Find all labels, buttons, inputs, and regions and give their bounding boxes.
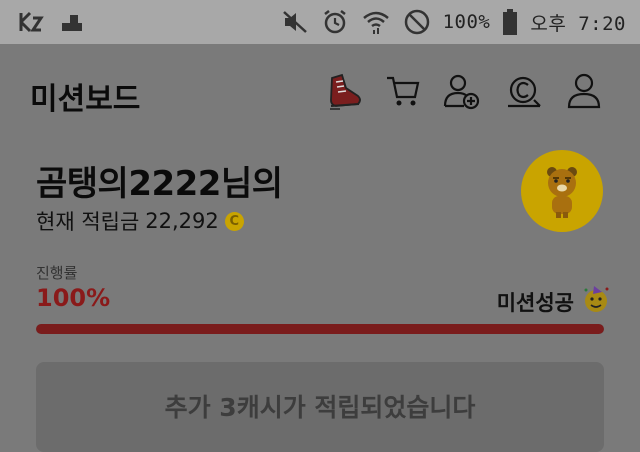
cash-value: 22,292	[145, 209, 219, 233]
status-left	[18, 10, 84, 34]
mute-icon	[281, 9, 309, 35]
alarm-icon	[321, 8, 349, 36]
status-bar: 100% 오후 7:20	[0, 0, 640, 44]
reward-message: 추가 3캐시가 적립되었습니다	[164, 393, 476, 422]
party-face-icon	[582, 284, 610, 319]
wifi-icon	[361, 9, 391, 35]
user-greeting: 곰탱의2222님의	[36, 164, 283, 204]
avatar[interactable]	[521, 150, 603, 232]
app-header: 미션보드	[0, 44, 640, 144]
page-title: 미션보드	[30, 82, 141, 117]
add-friend-icon[interactable]	[442, 72, 480, 110]
bear-character-icon	[547, 167, 577, 218]
mission-status-text: 미션성공	[496, 290, 574, 315]
cash-label: 현재 적립금	[36, 210, 140, 234]
current-cash-row: 현재 적립금 22,292 C	[36, 206, 244, 236]
cart-icon[interactable]	[384, 72, 422, 110]
mission-status: 미션성공	[497, 284, 610, 319]
cash-icon[interactable]	[504, 72, 542, 110]
progress-bar-fill	[36, 324, 604, 334]
signal-app-icon	[60, 11, 84, 33]
sneaker-icon[interactable]	[326, 72, 364, 110]
reward-banner: 추가 3캐시가 적립되었습니다	[36, 362, 604, 452]
do-not-disturb-icon	[403, 8, 431, 36]
profile-icon[interactable]	[566, 72, 604, 110]
progress-label: 진행률	[36, 264, 78, 282]
coin-icon: C	[224, 211, 244, 231]
status-time: 오후 7:20	[530, 12, 626, 35]
progress-bar	[36, 324, 604, 334]
k-app-icon	[18, 10, 44, 34]
status-right: 100% 오후 7:20	[281, 8, 626, 36]
progress-value: 100%	[36, 284, 111, 312]
battery-icon	[502, 8, 518, 36]
battery-percent: 100%	[442, 11, 491, 33]
